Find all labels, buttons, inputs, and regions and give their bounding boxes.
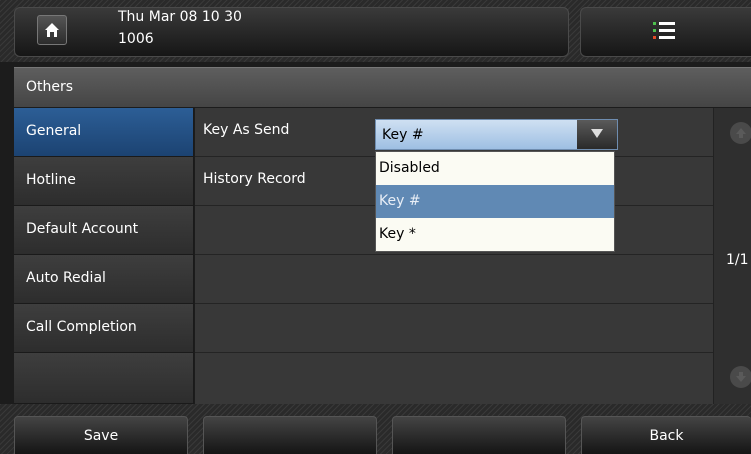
section-header: Others — [14, 67, 751, 107]
page-indicator: 1/1 — [726, 252, 749, 268]
sidebar-item-auto-redial[interactable]: Auto Redial — [14, 255, 194, 304]
select-value: Key # — [382, 127, 424, 143]
option-disabled[interactable]: Disabled — [376, 152, 614, 185]
home-icon — [45, 23, 59, 37]
pager: 1/1 — [713, 108, 751, 404]
datetime-label: Thu Mar 08 10 30 — [118, 9, 242, 25]
dropdown-options: Disabled Key # Key * — [375, 151, 615, 252]
sidebar-item-hotline[interactable]: Hotline — [14, 157, 194, 206]
setting-row-empty — [195, 353, 713, 404]
sidebar-item-label: Call Completion — [26, 319, 137, 335]
setting-label: History Record — [203, 171, 306, 187]
sidebar-item-general[interactable]: General — [14, 108, 194, 157]
sidebar-item-call-completion[interactable]: Call Completion — [14, 304, 194, 353]
softkey-label: Save — [83, 428, 119, 444]
status-panel — [14, 7, 569, 57]
setting-label: Key As Send — [203, 122, 290, 138]
softkey-bar: Save Back — [0, 404, 751, 454]
arrow-down-icon — [736, 372, 746, 382]
extension-label: 1006 — [118, 31, 154, 47]
key-as-send-select[interactable]: Key # — [375, 119, 618, 150]
dropdown-toggle[interactable] — [577, 120, 617, 149]
page-down-button[interactable] — [730, 366, 751, 388]
sidebar: General Hotline Default Account Auto Red… — [14, 108, 194, 404]
softkey-2[interactable] — [203, 416, 377, 454]
page-up-button[interactable] — [730, 122, 751, 144]
sidebar-item-empty — [14, 353, 194, 404]
sidebar-item-label: Auto Redial — [26, 270, 106, 286]
home-button[interactable] — [37, 15, 67, 45]
softkey-3[interactable] — [392, 416, 566, 454]
chevron-down-icon — [591, 129, 603, 138]
status-bar: Thu Mar 08 10 30 1006 — [0, 0, 751, 62]
option-key-hash[interactable]: Key # — [376, 185, 614, 218]
sidebar-item-label: Hotline — [26, 172, 76, 188]
setting-row-empty — [195, 304, 713, 353]
save-button[interactable]: Save — [14, 416, 188, 454]
softkey-label: Back — [649, 428, 684, 444]
sidebar-item-default-account[interactable]: Default Account — [14, 206, 194, 255]
option-label: Key * — [379, 226, 416, 242]
option-label: Key # — [379, 193, 421, 209]
menu-list-icon[interactable] — [653, 22, 675, 40]
sidebar-item-label: General — [26, 123, 82, 139]
option-key-star[interactable]: Key * — [376, 218, 614, 251]
setting-row-empty — [195, 255, 713, 304]
arrow-up-icon — [736, 128, 746, 138]
sidebar-item-label: Default Account — [26, 221, 139, 237]
option-label: Disabled — [379, 160, 440, 176]
back-button[interactable]: Back — [581, 416, 751, 454]
section-title: Others — [26, 79, 74, 95]
